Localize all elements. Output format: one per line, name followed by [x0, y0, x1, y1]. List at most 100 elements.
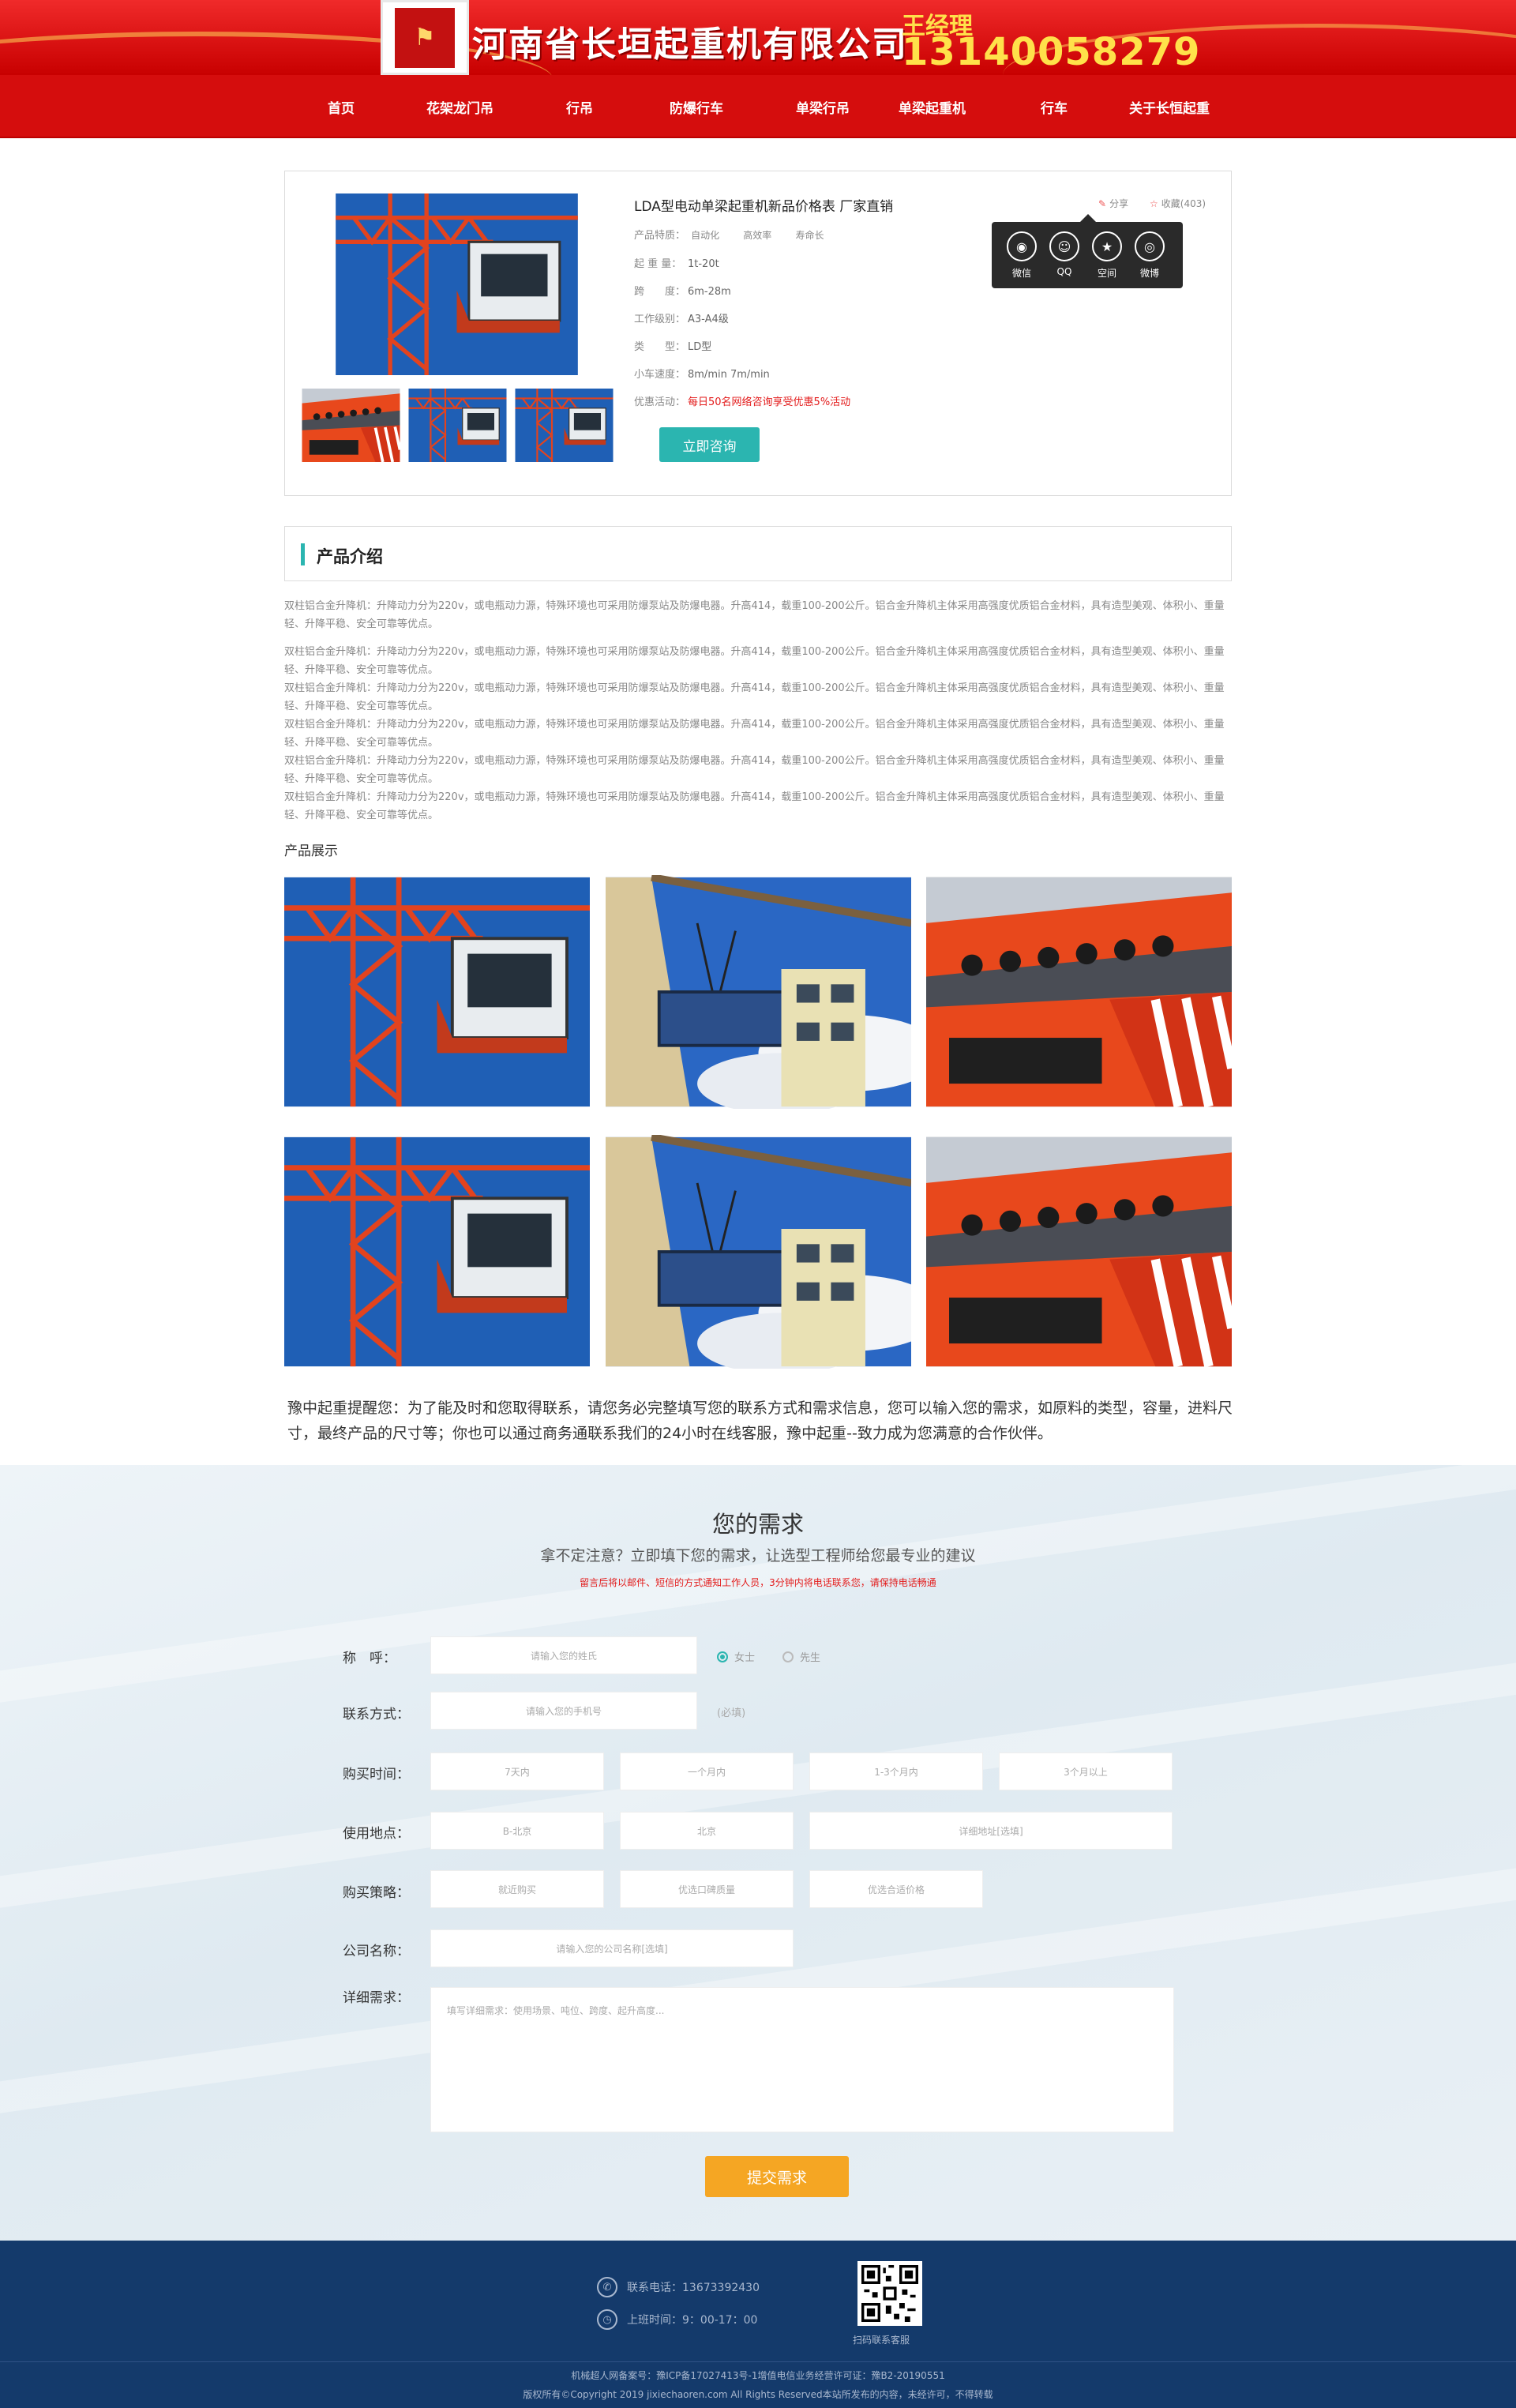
intro-paragraph: 双柱铝合金升降机：升降动力分为220v，或电瓶动力源，特殊环境也可采用防爆泵站及…: [284, 719, 1225, 749]
promo-row: 优惠活动： 每日50名网络咨询享受优惠5%活动: [634, 393, 850, 408]
spec-value: 1t-20t: [688, 258, 719, 270]
spec-key: 起 重 量：: [634, 258, 682, 270]
share-qzone[interactable]: ★ 空间: [1088, 231, 1126, 280]
gender-male-label: 先生: [800, 1652, 821, 1664]
spec-row: 起 重 量： 1t-20t: [634, 255, 719, 270]
spec-key: 小车速度：: [634, 369, 686, 381]
contact-input[interactable]: 请输入您的手机号: [430, 1692, 697, 1730]
gallery-image[interactable]: [926, 875, 1232, 1109]
nav-item-single-girder-hoist[interactable]: 单梁起重机: [899, 97, 966, 117]
spec-row: 小车速度： 8m/min 7m/min: [634, 366, 770, 381]
qq-icon: ☺: [1049, 231, 1079, 261]
footer-copyright: 版权所有©Copyright 2019 jixiechaoren.com All…: [523, 2389, 993, 2400]
footer-icp: 机械超人网备案号：豫ICP备17027413号-1增值电信业务经营许可证：豫B2…: [571, 2370, 945, 2381]
consult-button[interactable]: 立即咨询: [659, 427, 760, 462]
spec-value: LD型: [688, 341, 712, 353]
city-select[interactable]: 北京: [620, 1812, 794, 1850]
name-label: 称 呼：: [343, 1651, 396, 1666]
time-label: 购买时间：: [343, 1767, 410, 1783]
radio-unchecked-icon: [782, 1651, 794, 1662]
form-subtitle: 拿不定注意？立即填下您的需求，让选型工程师给您最专业的建议: [540, 1547, 976, 1565]
time-option[interactable]: 7天内: [430, 1752, 604, 1790]
qr-code[interactable]: [857, 2261, 922, 2326]
intro-heading: 产品介绍: [317, 547, 383, 566]
share-option-label: 微信: [1011, 268, 1031, 279]
intro-paragraph: 双柱铝合金升降机：升降动力分为220v，或电瓶动力源，特殊环境也可采用防爆泵站及…: [284, 600, 1225, 630]
province-select[interactable]: B-北京: [430, 1812, 604, 1850]
nav-item-explosion-proof[interactable]: 防爆行车: [670, 97, 723, 117]
spec-key: 工作级别：: [634, 314, 686, 325]
gallery-image[interactable]: [284, 875, 590, 1109]
share-button[interactable]: ✎ 分享: [1098, 197, 1128, 210]
footer-hours: ◷ 上班时间：9：00-17：00: [597, 2309, 757, 2330]
gender-male-radio[interactable]: 先生: [782, 1649, 820, 1664]
qzone-icon: ★: [1092, 231, 1122, 261]
strategy-option[interactable]: 优选合适价格: [809, 1870, 983, 1908]
nav-item-about[interactable]: 关于长恒起重: [1129, 97, 1210, 117]
share-option-label: QQ: [1056, 266, 1072, 277]
feature-tag: 寿命长: [795, 230, 824, 241]
submit-button[interactable]: 提交需求: [705, 2156, 849, 2197]
feature-tag: 高效率: [743, 230, 772, 241]
collect-button[interactable]: ☆ 收藏(403): [1150, 197, 1206, 210]
gallery-image[interactable]: [284, 1135, 590, 1369]
site-header: ⚑ 河南省长垣起重机有限公司 王经理 13140058279 首页 花架龙门吊 …: [0, 0, 1516, 138]
spec-value: A3-A4级: [688, 314, 729, 325]
reminder-text: 豫中起重提醒您：为了能及时和您取得联系，请您务必完整填写您的联系方式和需求信息，…: [287, 1399, 1233, 1442]
nav-item-home[interactable]: 首页: [328, 97, 355, 117]
main-nav: 首页 花架龙门吊 行吊 防爆行车 单梁行吊 单梁起重机 行车 关于长恒起重: [0, 75, 1516, 138]
product-thumb-1[interactable]: [301, 389, 401, 462]
star-icon: ☆: [1150, 198, 1158, 209]
intro-paragraph: 双柱铝合金升降机：升降动力分为220v，或电瓶动力源，特殊环境也可采用防爆泵站及…: [284, 682, 1225, 712]
gallery-image[interactable]: [606, 1135, 911, 1369]
product-main-image[interactable]: [301, 193, 613, 375]
features-label: 产品特质：: [634, 230, 686, 242]
footer-phone: ✆ 联系电话：13673392430: [597, 2277, 760, 2297]
product-thumb-2[interactable]: [407, 389, 508, 462]
address-input[interactable]: 详细地址[选填]: [809, 1812, 1173, 1850]
company-name: 河南省长垣起重机有限公司: [472, 24, 908, 65]
nav-item-single-girder-crane[interactable]: 单梁行吊: [796, 97, 850, 117]
name-input[interactable]: 请输入您的姓氏: [430, 1636, 697, 1674]
nav-item-gantry[interactable]: 花架龙门吊: [426, 97, 493, 117]
feature-tag: 自动化: [691, 230, 720, 241]
share-label: 分享: [1109, 198, 1129, 209]
time-option[interactable]: 一个月内: [620, 1752, 794, 1790]
share-weibo[interactable]: ◎ 微博: [1131, 231, 1169, 280]
share-icon: ✎: [1098, 198, 1107, 209]
strategy-option[interactable]: 优选口碑质量: [620, 1870, 794, 1908]
nav-item-crane[interactable]: 行吊: [566, 97, 593, 117]
gallery-image[interactable]: [926, 1135, 1232, 1369]
intro-paragraph: 双柱铝合金升降机：升降动力分为220v，或电瓶动力源，特殊环境也可采用防爆泵站及…: [284, 791, 1225, 821]
spec-row: 工作级别： A3-A4级: [634, 310, 729, 325]
share-wechat[interactable]: ◉ 微信: [1003, 231, 1041, 280]
product-features: 产品特质： 自动化 高效率 寿命长: [634, 227, 844, 242]
radio-checked-icon: [717, 1651, 728, 1662]
time-option[interactable]: 1-3个月内: [809, 1752, 983, 1790]
spec-value: 8m/min 7m/min: [688, 369, 770, 381]
company-input[interactable]: 请输入您的公司名称[选填]: [430, 1929, 794, 1967]
spec-key: 跨 度：: [634, 286, 686, 298]
strategy-label: 购买策略：: [343, 1885, 410, 1901]
nav-item-overhead-crane[interactable]: 行车: [1041, 97, 1068, 117]
detail-textarea[interactable]: 填写详细需求：使用场景、吨位、跨度、起升高度...: [430, 1987, 1174, 2132]
location-label: 使用地点：: [343, 1826, 410, 1842]
strategy-option[interactable]: 就近购买: [430, 1870, 604, 1908]
product-title: LDA型电动单梁起重机新品价格表 厂家直销: [634, 199, 894, 215]
heading-accent: [301, 543, 305, 565]
gallery-image[interactable]: [606, 875, 911, 1109]
footer-phone-text: 联系电话：13673392430: [627, 2282, 760, 2294]
spec-row: 类 型： LD型: [634, 338, 711, 353]
spec-key: 类 型：: [634, 341, 686, 353]
company-logo[interactable]: ⚑: [381, 0, 469, 75]
time-option[interactable]: 3个月以上: [999, 1752, 1173, 1790]
intro-heading-box: 产品介绍: [284, 526, 1232, 581]
collect-label: 收藏(403): [1161, 198, 1206, 209]
spec-row: 跨 度： 6m-28m: [634, 283, 731, 298]
header-phone: 13140058279: [902, 30, 1201, 74]
share-qq[interactable]: ☺ QQ: [1045, 231, 1083, 277]
contact-required-hint: (必填): [717, 1707, 746, 1719]
site-footer: [0, 2241, 1516, 2408]
gender-female-radio[interactable]: 女士: [717, 1649, 755, 1664]
product-thumb-3[interactable]: [514, 389, 614, 462]
